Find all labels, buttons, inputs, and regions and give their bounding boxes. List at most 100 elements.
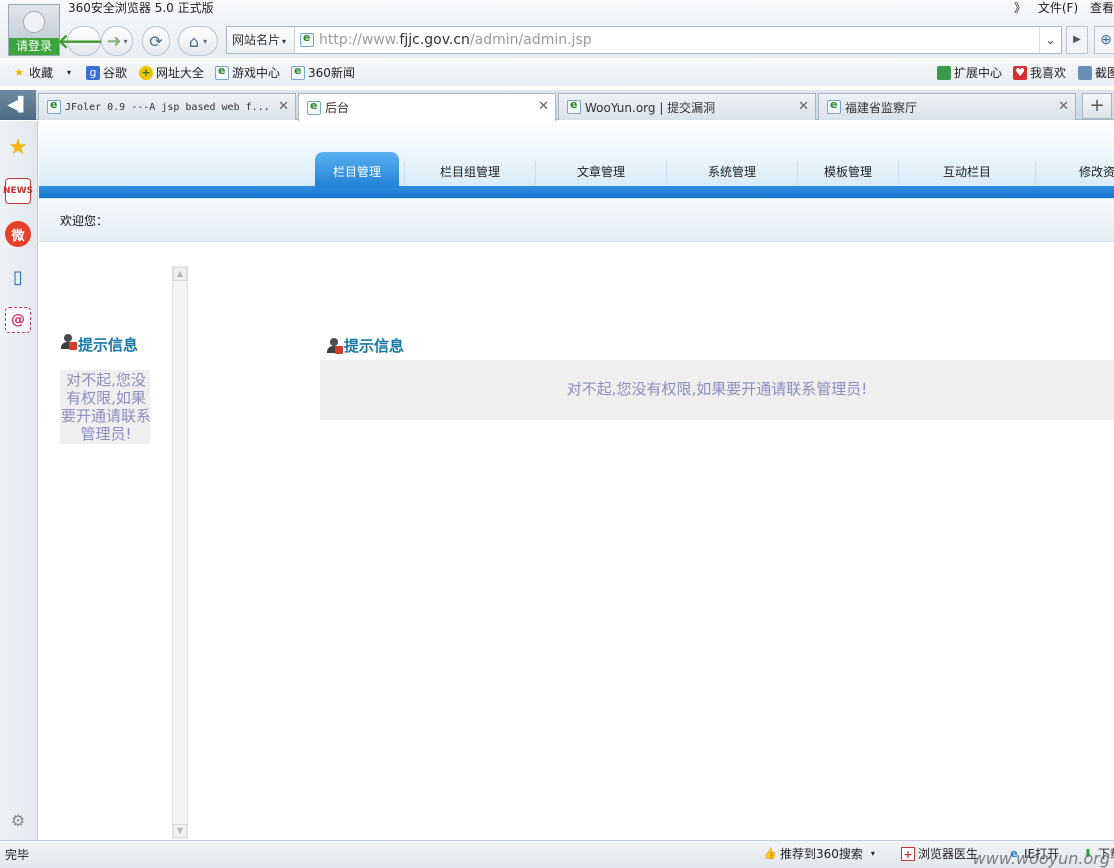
chevron-down-icon: ▾ [870,849,875,858]
nav-modify-profile[interactable]: 修改资 [1079,152,1114,188]
user-error-icon [327,338,343,354]
recommend-360-search-button[interactable]: 👍 推荐到360搜索 ▾ [763,845,875,863]
url-path: /admin/admin.jsp [469,32,592,48]
new-tab-button[interactable]: + [1082,93,1112,119]
app-title: 360安全浏览器 5.0 正式版 [68,1,214,15]
close-icon[interactable]: ✕ [798,99,809,114]
login-link[interactable]: 请登录 [9,38,59,55]
collapse-sidebar-icon: ◀▌ [7,97,29,113]
scroll-up-icon[interactable]: ▲ [173,267,187,281]
nav-template-management[interactable]: 模板管理 [798,152,898,188]
go-button[interactable]: ▶ [1066,26,1088,54]
welcome-bar: 欢迎您： [39,199,1114,242]
screenshot-icon [1078,66,1092,80]
bookmark-label: 收藏 [29,66,54,80]
tab-wooyun[interactable]: WooYun.org | 提交漏洞 ✕ [558,93,816,120]
gear-icon[interactable]: ⚙ [5,807,31,833]
chevron-down-icon: ▾ [123,36,128,46]
site-card-label: 网站名片 [232,33,281,47]
nav-system-management[interactable]: 系统管理 [667,152,797,188]
bookmark-360-news[interactable]: 360新闻 [291,64,355,82]
close-icon[interactable]: ✕ [1058,99,1069,114]
web-page-viewport: 栏目管理 栏目组管理 文章管理 系统管理 模板管理 互动栏目 修改资 欢迎您： … [39,121,1114,840]
sidebar-toggle-button[interactable]: ◀▌ [0,90,36,120]
bookmark-favorites[interactable]: ★ 收藏 ▾ [12,64,71,82]
left-prompt-title-text: 提示信息 [78,336,139,354]
bookmark-i-like[interactable]: ♥ 我喜欢 [1013,64,1066,82]
bookmark-screenshot[interactable]: 截图 [1078,64,1114,82]
site-header: 栏目管理 栏目组管理 文章管理 系统管理 模板管理 互动栏目 修改资 [39,121,1114,199]
menu-view[interactable]: 查看 [1090,1,1114,15]
watermark: www.wooyun.org [972,849,1110,868]
chevron-down-icon: ⌄ [1045,33,1056,47]
main-permission-message: 对不起,您没有权限,如果要开通请联系管理员! [566,380,868,398]
google-icon: g [86,66,100,80]
main-message-box: 对不起,您没有权限,如果要开通请联系管理员! [320,360,1114,420]
browser-title-bar: 请登录 360安全浏览器 5.0 正式版 》 文件(F) 查看 🡐 ➜ ▾ ⟳ ⌂… [0,0,1114,58]
ie-page-icon [47,98,61,114]
left-frame: ▲ ▼ [39,243,189,840]
thumbs-up-icon: 👍 [763,847,777,860]
bookmark-label: 谷歌 [103,66,128,80]
mobile-phone-icon[interactable]: ▯ [5,264,31,290]
tab-label: JFoler 0.9 ---A jsp based web f... [65,101,270,113]
address-bar[interactable]: 网站名片▾ http://www.fjjc.gov.cn/admin/admin… [226,26,1062,54]
forward-button[interactable]: ➜ ▾ [101,26,133,56]
bookmarks-bar: ★ 收藏 ▾ g谷歌 +网址大全 游戏中心 360新闻 扩展中心 ♥我喜欢 截图 [0,60,1114,86]
tab-jfoler[interactable]: JFoler 0.9 ---A jsp based web f... ✕ [38,93,296,120]
avatar-silhouette-icon [23,11,45,33]
user-avatar[interactable]: 请登录 [8,4,60,56]
status-item-label: 浏览器医生 [918,847,979,861]
refresh-button[interactable]: ⟳ [142,26,170,56]
site-card-button[interactable]: 网站名片 ▾ [227,27,295,53]
ie-page-icon [215,64,229,80]
bookmark-extension-center[interactable]: 扩展中心 [937,64,1002,82]
mail-at-icon[interactable]: @ [5,307,31,333]
url-input[interactable]: http://www.fjjc.gov.cn/admin/admin.jsp [319,27,1039,53]
medical-cross-icon: + [901,847,915,861]
user-error-icon [61,334,77,350]
home-button[interactable]: ⌂ ▾ [178,26,218,56]
close-icon[interactable]: ✕ [278,99,289,114]
menu-bar: 》 文件(F) 查看 [1006,0,1114,16]
bookmark-label: 360新闻 [308,66,355,80]
ie-page-icon [291,64,305,80]
ie-page-icon [307,99,321,115]
tab-label: 福建省监察厅 [845,100,918,115]
news-icon[interactable]: NEWS [3,178,33,204]
menu-file[interactable]: 文件(F) [1038,1,1078,15]
nav-column-management[interactable]: 栏目管理 [315,152,399,188]
tab-fujian-supervision[interactable]: 福建省监察厅 ✕ [818,93,1076,120]
plus-icon: + [1089,95,1105,116]
favorites-star-icon[interactable]: ★ [5,134,31,160]
security-shield-button[interactable]: ⊕ [1094,26,1114,54]
left-frame-scrollbar[interactable]: ▲ ▼ [172,265,188,840]
nav-article-management[interactable]: 文章管理 [536,152,666,188]
nav-interactive-column[interactable]: 互动栏目 [899,152,1035,188]
scroll-down-icon[interactable]: ▼ [173,824,187,838]
tab-admin[interactable]: 后台 ✕ [298,93,556,121]
refresh-icon: ⟳ [149,31,163,51]
bookmark-google[interactable]: g 谷歌 [86,64,127,82]
browser-sidebar: ★ NEWS 微 ▯ @ ⚙ [0,121,38,840]
bookmark-game-center[interactable]: 游戏中心 [215,64,280,82]
left-permission-message: 对不起,您没有权限,如果要开通请联系管理员! [60,371,151,443]
close-icon[interactable]: ✕ [538,99,549,114]
browser-doctor-button[interactable]: + 浏览器医生 [901,845,978,863]
play-arrow-icon: ▶ [1073,34,1081,45]
menu-overflow-icon[interactable]: 》 [1014,1,1026,15]
back-button[interactable]: 🡐 [57,26,111,56]
left-prompt-title: 提示信息 [61,334,151,354]
star-icon: ★ [14,66,24,79]
url-prefix: http://www. [319,32,400,48]
nav-column-group-management[interactable]: 栏目组管理 [405,152,535,188]
tab-label: 后台 [325,101,350,115]
bookmark-site-nav[interactable]: + 网址大全 [139,64,204,82]
weibo-icon[interactable]: 微 [5,221,31,247]
tab-label: WooYun.org | 提交漏洞 [585,100,716,115]
url-domain: fjjc.gov.cn [399,32,470,48]
ie-page-icon [567,98,581,114]
chevron-down-icon: ▾ [282,37,287,46]
main-prompt-title: 提示信息 [327,336,404,356]
address-dropdown-button[interactable]: ⌄ [1039,27,1061,53]
